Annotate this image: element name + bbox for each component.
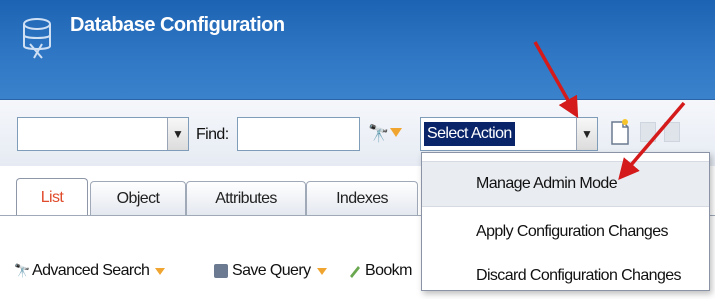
find-input[interactable] (237, 117, 360, 151)
advanced-search-label: Advanced Search (32, 262, 150, 279)
save-query-label: Save Query (232, 262, 311, 279)
query-select[interactable]: ▼ (17, 117, 189, 151)
bookmark-icon (350, 266, 360, 278)
save-icon (214, 264, 228, 278)
bookmarks-label: Bookm (365, 262, 412, 279)
tab-object[interactable]: Object (90, 181, 186, 215)
save-query-button[interactable]: Save Query (214, 262, 327, 280)
tab-list[interactable]: List (16, 178, 88, 216)
menu-item-apply-configuration-changes[interactable]: Apply Configuration Changes (422, 209, 709, 255)
find-label: Find: (196, 126, 229, 143)
app-header: Database Configuration (0, 0, 715, 100)
save-icon (640, 122, 656, 142)
advanced-search-button[interactable]: 🔭 Advanced Search (14, 262, 166, 280)
tab-indexes[interactable]: Indexes (306, 181, 418, 215)
chevron-down-icon[interactable]: ▼ (167, 118, 188, 150)
disabled-toolbar-icons (640, 122, 688, 147)
select-action-value: Select Action (424, 122, 515, 146)
binoculars-icon: 🔭 (14, 263, 30, 278)
dropdown-arrow-icon[interactable] (155, 267, 166, 275)
menu-item-discard-configuration-changes[interactable]: Discard Configuration Changes (422, 253, 709, 299)
chevron-down-icon[interactable]: ▼ (576, 118, 597, 150)
binoculars-icon[interactable]: 🔭 (368, 124, 389, 144)
page-title: Database Configuration (70, 14, 285, 36)
new-record-icon[interactable] (610, 118, 630, 146)
tab-attributes[interactable]: Attributes (186, 181, 306, 215)
menu-item-manage-admin-mode[interactable]: Manage Admin Mode (422, 161, 709, 207)
database-config-icon (23, 18, 51, 59)
dropdown-arrow-icon[interactable] (316, 267, 327, 275)
select-action-menu: Manage Admin Mode Apply Configuration Ch… (421, 152, 710, 291)
select-action-dropdown[interactable]: Select Action ▼ (420, 117, 598, 151)
clear-icon (664, 122, 680, 142)
search-options-dropdown-icon[interactable] (390, 128, 402, 137)
bookmarks-button[interactable]: Bookm (347, 262, 412, 280)
